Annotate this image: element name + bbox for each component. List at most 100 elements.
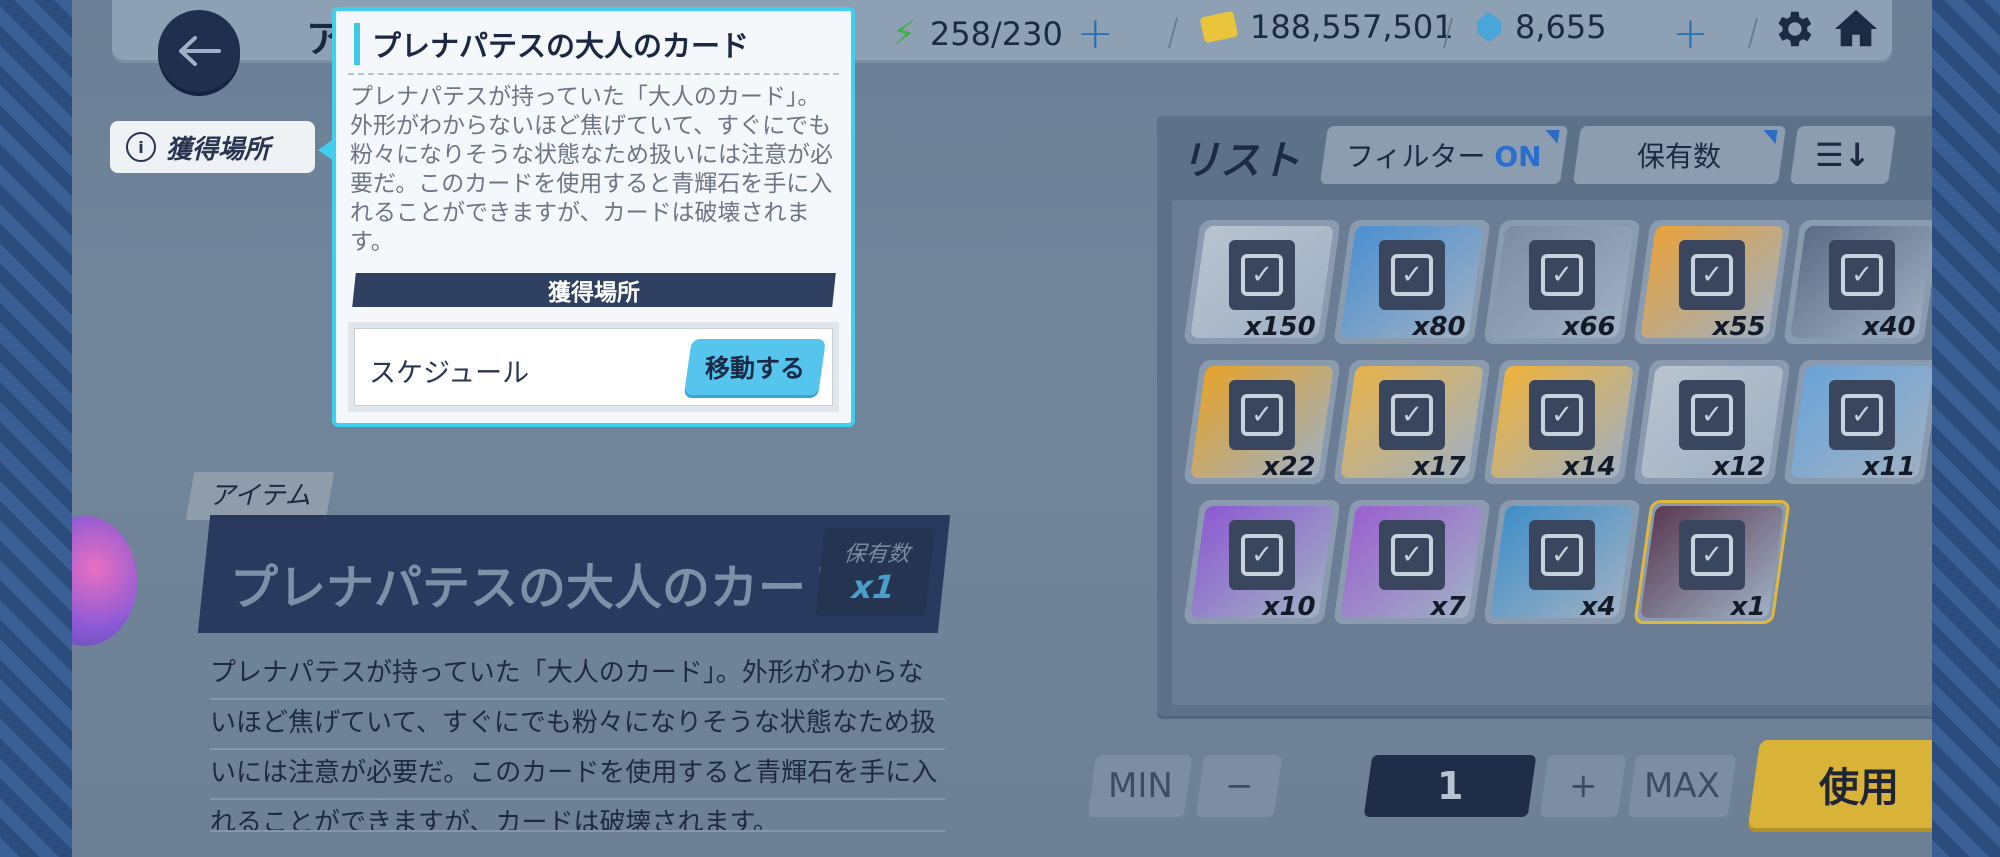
check-icon: ✓ bbox=[1240, 534, 1283, 576]
min-button[interactable]: MIN bbox=[1087, 755, 1193, 817]
divider bbox=[1747, 18, 1759, 48]
item-icon: ✓ bbox=[1228, 380, 1295, 450]
sort-order-button[interactable]: ☰↓ bbox=[1789, 126, 1897, 184]
acquisition-tag[interactable]: i 獲得場所 bbox=[110, 121, 315, 173]
owned-count-box: 保有数 x1 bbox=[815, 528, 935, 616]
dropdown-corner-icon bbox=[1761, 130, 1778, 144]
sort-button[interactable]: 保有数 bbox=[1572, 126, 1787, 184]
max-button[interactable]: MAX bbox=[1627, 755, 1737, 817]
check-icon: ✓ bbox=[1240, 394, 1283, 436]
source-label: スケジュール bbox=[369, 358, 530, 389]
back-button[interactable] bbox=[158, 10, 240, 92]
inventory-slot[interactable]: ✓ x66 bbox=[1483, 220, 1641, 344]
inventory-slot[interactable]: ✓ x12 bbox=[1633, 360, 1791, 484]
check-icon: ✓ bbox=[1540, 534, 1583, 576]
inventory-slot[interactable]: ✓ x4 bbox=[1483, 500, 1641, 624]
check-icon: ✓ bbox=[1540, 254, 1583, 296]
lightning-icon: ⚡ bbox=[892, 13, 916, 54]
check-icon: ✓ bbox=[1690, 394, 1733, 436]
item-icon: ✓ bbox=[1528, 240, 1595, 310]
item-icon: ✓ bbox=[1678, 240, 1745, 310]
move-button[interactable]: 移動する bbox=[684, 339, 826, 395]
owned-label: 保有数 bbox=[842, 542, 912, 567]
gem-icon bbox=[1477, 12, 1501, 42]
inventory-slot[interactable]: ✓ x22 bbox=[1183, 360, 1341, 484]
item-grid: ✓ x150 ✓ x80 ✓ x66 ✓ x55 ✓ x40 ✓ x22 ✓ x17 ✓ x14 ✓ x12 ✓ x1… bbox=[1172, 200, 1932, 705]
slot-count: x66 bbox=[1562, 312, 1616, 342]
left-border-decoration bbox=[0, 0, 75, 857]
home-button[interactable] bbox=[1832, 6, 1880, 52]
slot-count: x12 bbox=[1712, 452, 1766, 482]
item-icon: ✓ bbox=[1678, 380, 1745, 450]
credit-card-icon bbox=[1199, 10, 1239, 44]
inventory-slot[interactable]: ✓ x80 bbox=[1333, 220, 1491, 344]
slot-count: x10 bbox=[1262, 592, 1316, 622]
description-line: れることができますが、カードは破壊されます。 bbox=[210, 800, 945, 832]
check-icon: ✓ bbox=[1690, 534, 1733, 576]
description-line: プレナパテスが持っていた「大人のカード」。外形がわからな bbox=[210, 650, 945, 700]
settings-button[interactable] bbox=[1770, 6, 1816, 52]
inventory-slot[interactable]: ✓ x14 bbox=[1483, 360, 1641, 484]
ap-value: 258/230 bbox=[929, 14, 1063, 53]
dropdown-corner-icon bbox=[1543, 130, 1560, 144]
right-border-decoration bbox=[1930, 0, 2000, 857]
slot-count: x22 bbox=[1262, 452, 1316, 482]
popup-section-header: 獲得場所 bbox=[352, 273, 836, 307]
sort-label: 保有数 bbox=[1637, 140, 1722, 173]
item-category-tag: アイテム bbox=[185, 472, 335, 520]
add-gems-button[interactable]: + bbox=[1672, 8, 1709, 59]
sort-descending-icon: ☰↓ bbox=[1815, 136, 1871, 174]
inventory-slot[interactable]: ✓ x10 bbox=[1183, 500, 1341, 624]
acquisition-tag-label: 獲得場所 bbox=[166, 134, 271, 165]
slot-count: x17 bbox=[1412, 452, 1466, 482]
acquisition-popup: プレナパテスの大人のカード プレナパテスが持っていた「大人のカード」。外形がわか… bbox=[332, 7, 855, 427]
item-icon: ✓ bbox=[1828, 380, 1895, 450]
slot-count: x11 bbox=[1862, 452, 1916, 482]
item-icon: ✓ bbox=[1678, 520, 1745, 590]
slot-count: x1 bbox=[1730, 592, 1766, 622]
description-line: いほど焦げていて、すぐにでも粉々になりそうな状態なため扱 bbox=[210, 700, 945, 750]
item-icon: ✓ bbox=[1528, 520, 1595, 590]
check-icon: ✓ bbox=[1390, 534, 1433, 576]
info-icon: i bbox=[126, 132, 156, 162]
acquisition-source-row: スケジュール 移動する bbox=[348, 322, 839, 412]
description-line: いには注意が必要だ。このカードを使用すると青輝石を手に入 bbox=[210, 750, 945, 800]
slot-count: x14 bbox=[1562, 452, 1616, 482]
filter-button[interactable]: フィルター ON bbox=[1319, 126, 1569, 184]
item-icon: ✓ bbox=[1228, 520, 1295, 590]
check-icon: ✓ bbox=[1840, 394, 1883, 436]
slot-count: x4 bbox=[1580, 592, 1616, 622]
decrement-button[interactable]: − bbox=[1195, 755, 1283, 817]
item-icon: ✓ bbox=[1378, 380, 1445, 450]
filter-state: ON bbox=[1494, 140, 1542, 173]
inventory-slot[interactable]: ✓ x40 bbox=[1783, 220, 1932, 344]
slot-count: x7 bbox=[1430, 592, 1466, 622]
inventory-slot[interactable]: ✓ x7 bbox=[1333, 500, 1491, 624]
item-icon: ✓ bbox=[1528, 380, 1595, 450]
back-arrow-icon bbox=[179, 36, 221, 66]
inventory-slot[interactable]: ✓ x55 bbox=[1633, 220, 1791, 344]
increment-button[interactable]: + bbox=[1539, 755, 1627, 817]
divider bbox=[348, 73, 839, 75]
owned-value: x1 bbox=[849, 568, 897, 606]
check-icon: ✓ bbox=[1390, 254, 1433, 296]
use-button[interactable]: 使用 bbox=[1747, 740, 1932, 828]
item-icon: ✓ bbox=[1378, 240, 1445, 310]
add-ap-button[interactable]: + bbox=[1077, 8, 1114, 59]
filter-label: フィルター bbox=[1346, 140, 1486, 173]
side-menu-bubble[interactable] bbox=[72, 516, 137, 646]
item-icon: ✓ bbox=[1228, 240, 1295, 310]
list-title: リスト bbox=[1180, 138, 1300, 184]
item-name: プレナパテスの大人のカード bbox=[230, 560, 855, 616]
slot-count: x150 bbox=[1244, 312, 1316, 342]
slot-count: x55 bbox=[1712, 312, 1766, 342]
popup-description: プレナパテスが持っていた「大人のカード」。外形がわからないほど焦げていて、すぐに… bbox=[350, 84, 833, 255]
inventory-slot[interactable]: ✓ x17 bbox=[1333, 360, 1491, 484]
item-icon: ✓ bbox=[1828, 240, 1895, 310]
inventory-slot[interactable]: ✓ x150 bbox=[1183, 220, 1341, 344]
inventory-slot[interactable]: ✓ x1 bbox=[1633, 500, 1791, 624]
quantity-field[interactable]: 1 bbox=[1363, 755, 1537, 817]
divider bbox=[1167, 18, 1179, 48]
inventory-slot[interactable]: ✓ x11 bbox=[1783, 360, 1932, 484]
item-description: プレナパテスが持っていた「大人のカード」。外形がわからな いほど焦げていて、すぐ… bbox=[210, 650, 945, 832]
